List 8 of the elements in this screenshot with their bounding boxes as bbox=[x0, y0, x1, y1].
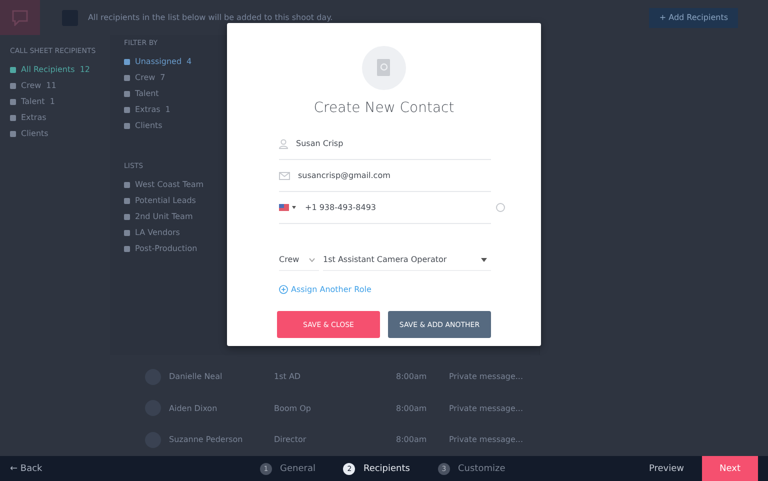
recipient-name: Suzanne Pederson bbox=[169, 435, 244, 444]
recipient-role: Boom Op bbox=[274, 404, 312, 413]
recipient-role: 1st AD bbox=[274, 372, 302, 382]
modal-title: Create New Contact bbox=[314, 100, 454, 116]
recipient-name: Danielle Neal bbox=[169, 372, 224, 382]
header-message: All recipients in the list below will be added to this shoot day. bbox=[88, 13, 334, 22]
recipient-name: Aiden Dixon bbox=[169, 404, 218, 413]
recipient-role: Director bbox=[274, 435, 308, 444]
